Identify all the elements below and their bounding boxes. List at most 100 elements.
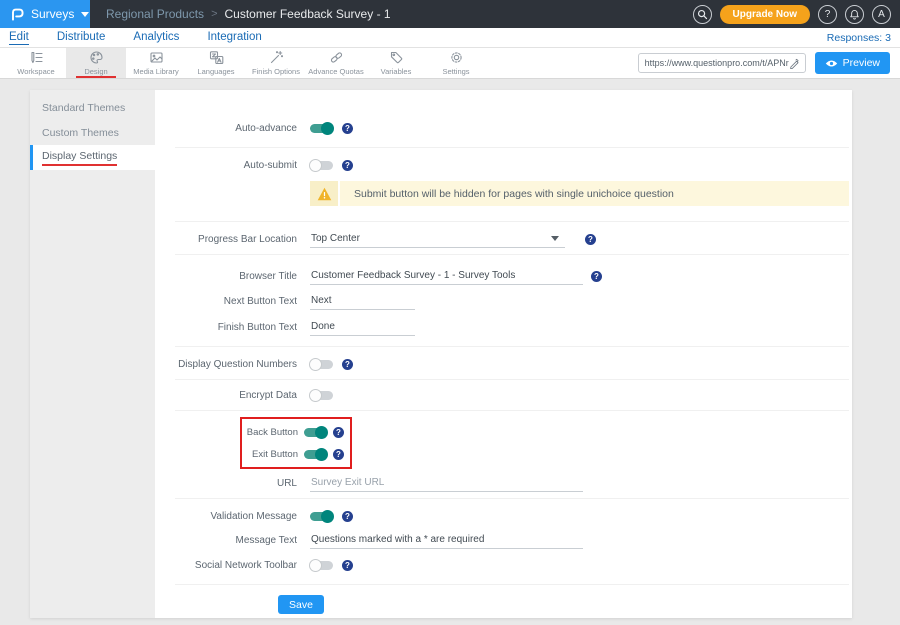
browser-title-input[interactable]: [310, 268, 583, 285]
auto-advance-row: Auto-advance ?: [155, 116, 852, 140]
display-question-numbers-row: Display Question Numbers ?: [155, 352, 852, 376]
auto-advance-label: Auto-advance: [155, 123, 297, 134]
search-icon: [697, 9, 708, 20]
nav-tab-distribute[interactable]: Distribute: [57, 31, 106, 44]
divider: [175, 221, 849, 222]
social-network-toolbar-help-icon[interactable]: ?: [342, 560, 353, 571]
divider: [175, 346, 849, 347]
finish-options-icon: [269, 50, 284, 65]
responses-count[interactable]: Responses: 3: [827, 32, 891, 44]
next-button-text-input[interactable]: [310, 293, 415, 310]
sidebar-item-display-settings[interactable]: Display Settings: [30, 145, 155, 170]
tool-finish-options[interactable]: Finish Options: [246, 48, 306, 78]
encrypt-data-toggle[interactable]: [310, 391, 333, 400]
browser-title-label: Browser Title: [155, 271, 297, 282]
toggle-knob: [309, 389, 322, 402]
auto-submit-toggle[interactable]: [310, 161, 333, 170]
display-question-numbers-toggle[interactable]: [310, 360, 333, 369]
toggle-knob: [309, 159, 322, 172]
back-button-row: Back Button ?: [242, 421, 350, 443]
breadcrumb-survey-name: Customer Feedback Survey - 1: [225, 7, 391, 21]
edit-pencil-icon[interactable]: [789, 58, 800, 69]
auto-submit-warning: Submit button will be hidden for pages w…: [310, 181, 849, 206]
tool-label: Finish Options: [252, 67, 300, 76]
tool-advance-quotas[interactable]: Advance Quotas: [306, 48, 366, 78]
social-network-toolbar-toggle[interactable]: [310, 561, 333, 570]
browser-title-help-icon[interactable]: ?: [591, 271, 602, 282]
tool-variables[interactable]: Variables: [366, 48, 426, 78]
display-question-numbers-help-icon[interactable]: ?: [342, 359, 353, 370]
auto-advance-help-icon[interactable]: ?: [342, 123, 353, 134]
notifications-button[interactable]: [845, 5, 864, 24]
help-button[interactable]: ?: [818, 5, 837, 24]
validation-message-row: Validation Message ?: [155, 504, 852, 528]
nav-tab-analytics[interactable]: Analytics: [133, 31, 179, 44]
upgrade-now-button[interactable]: Upgrade Now: [720, 5, 810, 24]
social-network-toolbar-label: Social Network Toolbar: [155, 560, 297, 571]
social-network-toolbar-row: Social Network Toolbar ?: [155, 552, 852, 578]
validation-message-label: Validation Message: [155, 511, 297, 522]
design-panel: Standard Themes Custom Themes Display Se…: [30, 90, 852, 618]
save-button[interactable]: Save: [278, 595, 324, 614]
next-button-text-row: Next Button Text: [155, 288, 852, 314]
divider: [175, 498, 849, 499]
design-icon: [89, 50, 104, 65]
finish-button-text-input[interactable]: [310, 319, 415, 336]
auto-submit-row: Auto-submit ?: [155, 153, 852, 177]
back-button-help-icon[interactable]: ?: [333, 427, 344, 438]
exit-url-row: URL: [155, 471, 852, 495]
tool-settings[interactable]: Settings: [426, 48, 486, 78]
selected-option: Top Center: [310, 233, 360, 244]
progress-bar-help-icon[interactable]: ?: [585, 234, 596, 245]
exit-button-row: Exit Button ?: [242, 443, 350, 465]
sidebar-item-custom-themes[interactable]: Custom Themes: [30, 120, 155, 145]
nav-tab-edit[interactable]: Edit: [9, 31, 29, 45]
toggle-knob: [321, 510, 334, 523]
sidebar-item-standard-themes[interactable]: Standard Themes: [30, 95, 155, 120]
avatar[interactable]: A: [872, 5, 891, 24]
survey-url-box[interactable]: https://www.questionpro.com/t/APNrFZ: [638, 53, 806, 73]
auto-advance-toggle[interactable]: [310, 124, 333, 133]
back-button-toggle[interactable]: [304, 428, 327, 437]
variables-icon: [389, 50, 404, 65]
preview-button[interactable]: Preview: [815, 52, 890, 74]
exit-url-label: URL: [155, 478, 297, 489]
eye-icon: [825, 59, 838, 68]
validation-message-toggle[interactable]: [310, 512, 333, 521]
survey-nav: Edit Distribute Analytics Integration Re…: [0, 28, 900, 48]
toolbar-right: https://www.questionpro.com/t/APNrFZ Pre…: [638, 48, 900, 78]
divider: [175, 584, 849, 585]
help-icon: ?: [825, 9, 831, 20]
message-text-input[interactable]: [310, 532, 583, 549]
product-menu[interactable]: Surveys: [0, 0, 90, 28]
divider: [175, 147, 849, 148]
tool-languages[interactable]: Languages: [186, 48, 246, 78]
search-button[interactable]: [693, 5, 712, 24]
toggle-knob: [321, 122, 334, 135]
tool-label: Workspace: [17, 67, 54, 76]
auto-submit-help-icon[interactable]: ?: [342, 160, 353, 171]
divider: [175, 379, 849, 380]
exit-button-help-icon[interactable]: ?: [333, 449, 344, 460]
toggle-knob: [315, 448, 328, 461]
breadcrumb: Regional Products > Customer Feedback Su…: [106, 7, 391, 21]
tool-workspace[interactable]: Workspace: [6, 48, 66, 78]
breadcrumb-folder[interactable]: Regional Products: [106, 7, 204, 21]
encrypt-data-label: Encrypt Data: [155, 390, 297, 401]
tool-media-library[interactable]: Media Library: [126, 48, 186, 78]
validation-message-help-icon[interactable]: ?: [342, 511, 353, 522]
tool-design[interactable]: Design: [66, 48, 126, 78]
tool-label: Settings: [442, 67, 469, 76]
toolbar-tabs: Workspace Design Media Library: [6, 48, 486, 78]
warning-icon-cell: [310, 181, 340, 206]
workspace-icon: [29, 50, 44, 65]
settings-icon: [449, 50, 464, 65]
exit-button-toggle[interactable]: [304, 450, 327, 459]
breadcrumb-separator: >: [211, 8, 217, 20]
next-button-text-label: Next Button Text: [155, 296, 297, 307]
exit-url-input[interactable]: [310, 475, 583, 492]
finish-button-text-row: Finish Button Text: [155, 314, 852, 340]
languages-icon: [209, 50, 224, 65]
nav-tab-integration[interactable]: Integration: [207, 31, 261, 44]
progress-bar-location-select[interactable]: Top Center: [310, 231, 565, 248]
